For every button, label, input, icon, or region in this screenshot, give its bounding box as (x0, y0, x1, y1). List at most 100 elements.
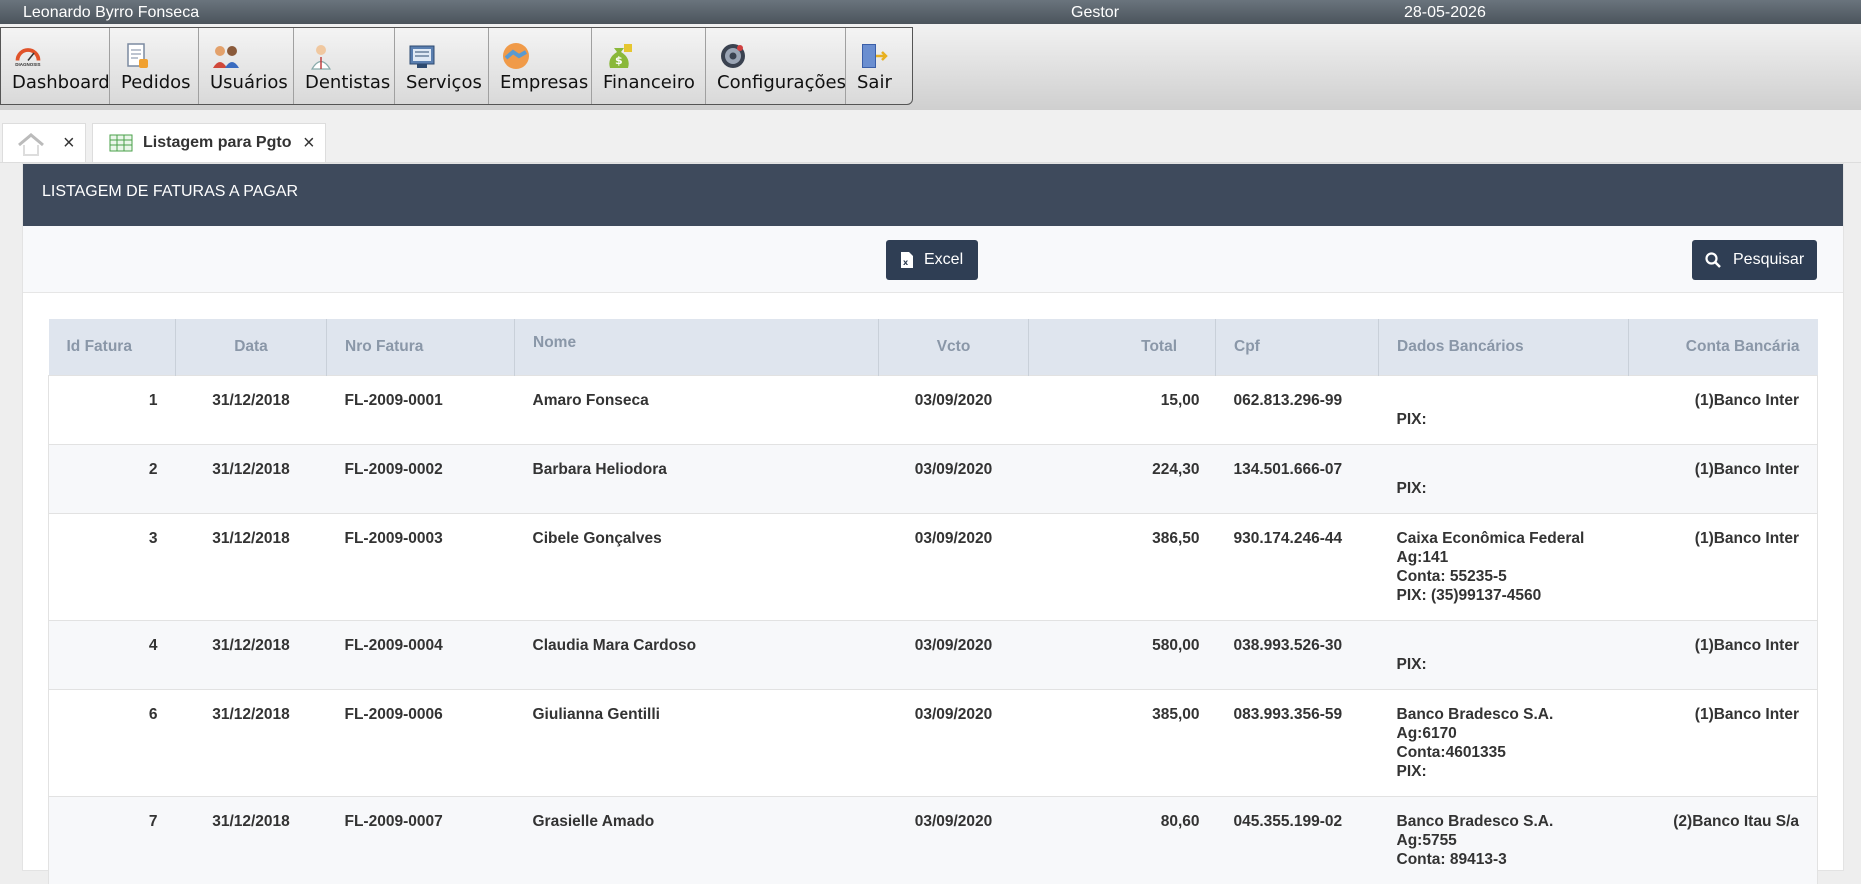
table-row[interactable]: 7 31/12/2018 FL-2009-0007 Grasielle Amado 03… (48, 795, 1818, 884)
header-nome[interactable]: Nome (514, 319, 879, 375)
cell-vcto: 03/09/2020 (878, 512, 1029, 620)
tab-listagem[interactable]: Listagem para Pgto × (92, 123, 326, 162)
svg-text:x: x (903, 258, 909, 267)
cell-cpf: 062.813.296-99 (1215, 374, 1379, 444)
cell-data: 31/12/2018 (175, 795, 327, 884)
cell-total: 224,30 (1028, 443, 1216, 513)
panel-toolbar: x Excel Pesquisar (23, 226, 1843, 293)
menu-dashboard[interactable]: DIAGNOSIS Dashboard (1, 28, 110, 104)
cell-total: 580,00 (1028, 619, 1216, 689)
users-icon (211, 42, 241, 70)
header-total[interactable]: Total (1028, 319, 1216, 375)
exit-door-icon (858, 42, 888, 70)
search-button-label: Pesquisar (1733, 251, 1805, 268)
cell-total: 386,50 (1028, 512, 1216, 620)
menu-label: Usuários (210, 72, 288, 93)
cell-nro-fatura: FL-2009-0001 (326, 374, 515, 444)
cell-id: 4 (48, 619, 176, 689)
cell-cpf: 083.993.356-59 (1215, 688, 1379, 796)
table-row[interactable]: 1 31/12/2018 FL-2009-0001 Amaro Fonseca 03/0… (48, 374, 1818, 444)
cell-data: 31/12/2018 (175, 619, 327, 689)
menu-dentistas[interactable]: Dentistas (294, 28, 395, 104)
header-data[interactable]: Data (175, 319, 327, 375)
cell-cpf: 038.993.526-30 (1215, 619, 1379, 689)
cell-nome: Claudia Mara Cardoso (514, 619, 879, 689)
tab-bar: × Listagem para Pgto × (0, 110, 1861, 163)
invoice-panel: LISTAGEM DE FATURAS A PAGAR x Excel Pesq… (22, 163, 1844, 884)
menu-label: Serviços (406, 72, 482, 93)
diagnosis-logo-icon: DIAGNOSIS (13, 42, 43, 70)
cell-dados-bancarios: Banco Bradesco S.A. Ag:5755 Conta: 89413… (1378, 795, 1629, 884)
excel-button-label: Excel (924, 251, 964, 268)
cell-nro-fatura: FL-2009-0003 (326, 512, 515, 620)
menu-financeiro[interactable]: $ Financeiro (592, 28, 706, 104)
top-status-bar: Leonardo Byrro Fonseca Gestor 28-05-2026 (0, 0, 1861, 24)
table-row[interactable]: 4 31/12/2018 FL-2009-0004 Claudia Mara Card… (48, 619, 1818, 689)
panel-title: LISTAGEM DE FATURAS A PAGAR (42, 183, 299, 200)
main-menu: DIAGNOSIS Dashboard Pedidos Usuários Den… (0, 27, 913, 105)
cell-nome: Cibele Gonçalves (514, 512, 879, 620)
cell-data: 31/12/2018 (175, 688, 327, 796)
menu-usuarios[interactable]: Usuários (199, 28, 294, 104)
cell-id: 1 (48, 374, 176, 444)
table-row[interactable]: 2 31/12/2018 FL-2009-0002 Barbara Heliodora… (48, 443, 1818, 513)
cell-id: 6 (48, 688, 176, 796)
header-id-fatura[interactable]: Id Fatura (48, 319, 176, 375)
tab-close-icon[interactable]: × (303, 132, 315, 155)
cell-conta-bancaria: (1)Banco Inter (1628, 374, 1818, 444)
svg-text:DIAGNOSIS: DIAGNOSIS (15, 62, 40, 67)
excel-button[interactable]: x Excel (886, 240, 978, 280)
menu-label: Pedidos (121, 72, 191, 93)
menu-servicos[interactable]: Serviços (395, 28, 489, 104)
tab-label: Listagem para Pgto (143, 134, 292, 151)
menu-label: Configurações (717, 72, 846, 93)
money-bag-icon: $ (604, 42, 634, 70)
panel-header: LISTAGEM DE FATURAS A PAGAR (23, 164, 1843, 226)
menu-label: Empresas (500, 72, 589, 93)
cell-total: 385,00 (1028, 688, 1216, 796)
table-row[interactable]: 6 31/12/2018 FL-2009-0006 Giulianna Gentill… (48, 688, 1818, 796)
tab-home-close-icon[interactable]: × (63, 132, 75, 155)
header-vcto[interactable]: Vcto (878, 319, 1029, 375)
cell-vcto: 03/09/2020 (878, 795, 1029, 884)
table-header-row: Id Fatura Data Nro Fatura Nome Vcto Tota… (48, 319, 1818, 375)
cell-vcto: 03/09/2020 (878, 374, 1029, 444)
user-role: Gestor (1071, 4, 1120, 21)
cell-id: 3 (48, 512, 176, 620)
menu-configuracoes[interactable]: Configurações (706, 28, 846, 104)
services-icon (407, 42, 437, 70)
settings-gear-icon (718, 42, 748, 70)
menu-sair[interactable]: Sair (846, 28, 912, 104)
tab-home[interactable]: × (2, 123, 86, 162)
cell-nro-fatura: FL-2009-0002 (326, 443, 515, 513)
cell-vcto: 03/09/2020 (878, 688, 1029, 796)
excel-file-icon: x (900, 252, 914, 268)
cell-id: 7 (48, 795, 176, 884)
header-cpf[interactable]: Cpf (1215, 319, 1379, 375)
svg-text:$: $ (615, 54, 623, 67)
cell-nome: Giulianna Gentilli (514, 688, 879, 796)
header-nro-fatura[interactable]: Nro Fatura (326, 319, 515, 375)
cell-nro-fatura: FL-2009-0006 (326, 688, 515, 796)
menu-pedidos[interactable]: Pedidos (110, 28, 199, 104)
search-button[interactable]: Pesquisar (1692, 240, 1817, 280)
cell-cpf: 930.174.246-44 (1215, 512, 1379, 620)
user-name: Leonardo Byrro Fonseca (23, 4, 200, 21)
header-dados-bancarios[interactable]: Dados Bancários (1378, 319, 1629, 375)
cell-data: 31/12/2018 (175, 374, 327, 444)
cell-data: 31/12/2018 (175, 512, 327, 620)
cell-dados-bancarios: PIX: (1378, 443, 1629, 513)
cell-nro-fatura: FL-2009-0004 (326, 619, 515, 689)
cell-nome: Barbara Heliodora (514, 443, 879, 513)
cell-conta-bancaria: (1)Banco Inter (1628, 512, 1818, 620)
cell-conta-bancaria: (2)Banco Itau S/a (1628, 795, 1818, 884)
menu-empresas[interactable]: Empresas (489, 28, 592, 104)
search-icon (1705, 252, 1721, 268)
menu-label: Sair (857, 72, 892, 93)
home-icon (16, 131, 46, 162)
header-conta-bancaria[interactable]: Conta Bancária (1628, 319, 1818, 375)
current-date: 28-05-2026 (1404, 4, 1486, 21)
cell-total: 80,60 (1028, 795, 1216, 884)
menu-label: Dentistas (305, 72, 391, 93)
table-row[interactable]: 3 31/12/2018 FL-2009-0003 Cibele Gonçalves 0… (48, 512, 1818, 620)
